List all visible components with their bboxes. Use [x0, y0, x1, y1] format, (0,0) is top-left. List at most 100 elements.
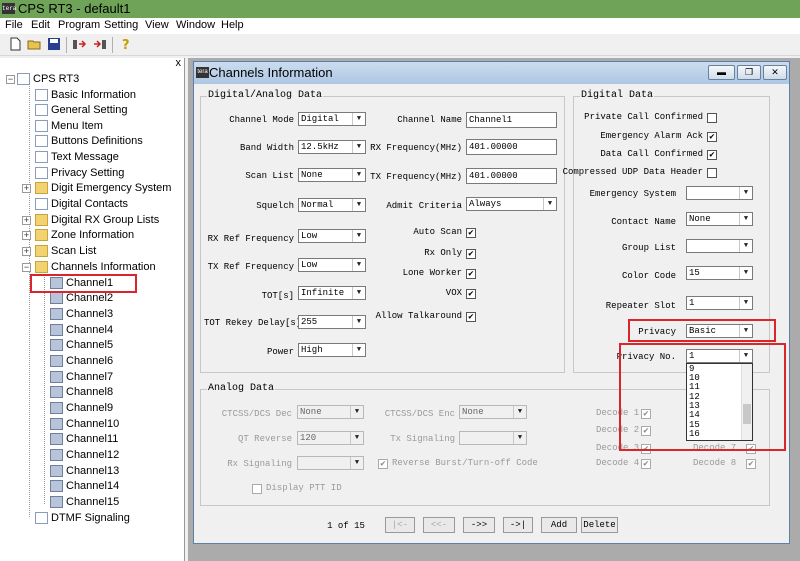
scan-list-select[interactable]: None ▼ — [298, 168, 366, 182]
menu-file[interactable]: File — [5, 19, 23, 31]
menu-setting[interactable]: Setting — [104, 19, 138, 31]
tree-item-zone-information[interactable]: Zone Information — [35, 228, 134, 243]
ctcss-dec-select[interactable]: None ▼ — [297, 405, 364, 419]
collapse-icon[interactable]: − — [22, 263, 31, 272]
tree-item-channel14[interactable]: Channel14 — [50, 479, 119, 494]
contact-name-select[interactable]: None ▼ — [686, 212, 753, 226]
add-button[interactable]: Add — [541, 517, 577, 533]
compressed-udp-header-checkbox[interactable]: Compressed UDP Data Header — [563, 167, 717, 179]
power-select[interactable]: High ▼ — [298, 343, 366, 357]
data-call-confirmed-checkbox[interactable]: Data Call Confirmed ✔ — [577, 149, 717, 161]
tree-item-channel13[interactable]: Channel13 — [50, 464, 119, 479]
tree-item-menu-item[interactable]: Menu Item — [35, 119, 103, 134]
channel-icon — [50, 433, 63, 446]
rx-frequency-field[interactable]: 401.00000 — [466, 139, 557, 155]
tx-signaling-select[interactable]: ▼ — [459, 431, 527, 445]
tree-item-channel9[interactable]: Channel9 — [50, 401, 113, 416]
buttons-icon — [35, 135, 48, 148]
tree-item-channel11[interactable]: Channel11 — [50, 432, 118, 447]
tree-item-channel3[interactable]: Channel3 — [50, 307, 113, 322]
rx-ref-frequency-select[interactable]: Low ▼ — [298, 229, 366, 243]
minimize-button[interactable]: ▬ — [708, 65, 735, 80]
check-icon: ✔ — [378, 459, 388, 469]
tree-item-channel7[interactable]: Channel7 — [50, 370, 113, 385]
tree-item-channel15[interactable]: Channel15 — [50, 495, 119, 510]
lone-worker-checkbox[interactable]: Lone Worker ✔ — [388, 268, 476, 280]
tree-item-digit-emergency-system[interactable]: Digit Emergency System — [35, 181, 171, 196]
auto-scan-checkbox[interactable]: Auto Scan ✔ — [388, 227, 476, 239]
expand-icon[interactable]: + — [22, 231, 31, 240]
display-ptt-id-checkbox[interactable]: Display PTT ID — [252, 483, 342, 495]
repeater-slot-select[interactable]: 1 ▼ — [686, 296, 753, 310]
read-from-radio-icon[interactable] — [72, 37, 87, 52]
menu-edit[interactable]: Edit — [31, 19, 50, 31]
channel-mode-select[interactable]: Digital ▼ — [298, 112, 366, 126]
new-file-icon[interactable] — [8, 37, 23, 52]
tree-item-channel4[interactable]: Channel4 — [50, 323, 113, 338]
menu-icon — [35, 120, 48, 133]
menu-window[interactable]: Window — [176, 19, 215, 31]
tree-item-basic-information[interactable]: Basic Information — [35, 88, 136, 103]
reverse-burst-checkbox[interactable]: ✔ Reverse Burst/Turn-off Code — [378, 458, 538, 470]
tree-panel: x − CPS RT3 Basic Information General Se… — [0, 57, 185, 561]
tree-root[interactable]: CPS RT3 — [17, 72, 79, 87]
channel-name-field[interactable]: Channel1 — [466, 112, 557, 128]
first-record-button[interactable]: |<- — [385, 517, 415, 533]
delete-button[interactable]: Delete — [581, 517, 618, 533]
close-button[interactable]: ✕ — [763, 65, 787, 80]
tree-item-dtmf-signaling[interactable]: DTMF Signaling — [35, 511, 130, 526]
tree-item-channel12[interactable]: Channel12 — [50, 448, 119, 463]
tx-frequency-field[interactable]: 401.00000 — [466, 168, 557, 184]
tree-item-scan-list[interactable]: Scan List — [35, 244, 96, 259]
ctcss-enc-select[interactable]: None ▼ — [459, 405, 527, 419]
tree-item-buttons-definitions[interactable]: Buttons Definitions — [35, 134, 143, 149]
help-icon[interactable]: ? — [118, 37, 133, 53]
next-record-button[interactable]: ->> — [463, 517, 495, 533]
expand-icon[interactable]: + — [22, 184, 31, 193]
tree-item-digital-contacts[interactable]: Digital Contacts — [35, 197, 128, 212]
squelch-select[interactable]: Normal ▼ — [298, 198, 366, 212]
band-width-select[interactable]: 12.5kHz ▼ — [298, 140, 366, 154]
restore-button[interactable]: ❐ — [737, 65, 761, 80]
previous-record-button[interactable]: <<- — [423, 517, 455, 533]
tree-item-channel8[interactable]: Channel8 — [50, 385, 113, 400]
last-record-button[interactable]: ->| — [503, 517, 533, 533]
tree-item-channel5[interactable]: Channel5 — [50, 338, 113, 353]
tx-frequency-label: TX Frequency(MHz) — [370, 172, 462, 182]
expand-icon[interactable]: + — [22, 216, 31, 225]
rx-signaling-select[interactable]: ▼ — [297, 456, 364, 470]
tree-item-channel2[interactable]: Channel2 — [50, 291, 113, 306]
vox-checkbox[interactable]: VOX ✔ — [388, 288, 476, 300]
tree-item-general-setting[interactable]: General Setting — [35, 103, 127, 118]
tree-item-privacy-setting[interactable]: Privacy Setting — [35, 166, 124, 181]
tree-item-channel10[interactable]: Channel10 — [50, 417, 119, 432]
menu-program[interactable]: Program — [58, 19, 100, 31]
tree-item-digital-rx-group-lists[interactable]: Digital RX Group Lists — [35, 213, 159, 228]
write-to-radio-icon[interactable] — [92, 37, 107, 52]
tot-select[interactable]: Infinite ▼ — [298, 286, 366, 300]
group-list-select[interactable]: ▼ — [686, 239, 753, 253]
private-call-confirmed-checkbox[interactable]: Private Call Confirmed — [577, 112, 717, 124]
emergency-system-select[interactable]: ▼ — [686, 186, 753, 200]
decode-4-checkbox[interactable]: Decode 4 ✔ — [596, 458, 651, 470]
channel-icon — [50, 402, 63, 415]
menu-view[interactable]: View — [145, 19, 169, 31]
tx-ref-frequency-select[interactable]: Low ▼ — [298, 258, 366, 272]
tot-rekey-delay-select[interactable]: 255 ▼ — [298, 315, 366, 329]
tree-item-channels-information[interactable]: Channels Information — [35, 260, 156, 275]
rx-only-checkbox[interactable]: Rx Only ✔ — [388, 248, 476, 260]
admit-criteria-select[interactable]: Always ▼ — [466, 197, 557, 211]
collapse-icon[interactable]: − — [6, 75, 15, 84]
tree-item-channel6[interactable]: Channel6 — [50, 354, 113, 369]
open-folder-icon[interactable] — [27, 37, 42, 52]
decode-8-checkbox[interactable]: Decode 8 ✔ — [693, 458, 756, 470]
color-code-select[interactable]: 15 ▼ — [686, 266, 753, 280]
qt-reverse-select[interactable]: 120 ▼ — [297, 431, 364, 445]
emergency-alarm-ack-checkbox[interactable]: Emergency Alarm Ack ✔ — [577, 131, 717, 143]
save-icon[interactable] — [46, 37, 61, 52]
menu-help[interactable]: Help — [221, 19, 244, 31]
expand-icon[interactable]: + — [22, 247, 31, 256]
close-icon[interactable]: x — [176, 57, 182, 69]
tree-item-text-message[interactable]: Text Message — [35, 150, 119, 165]
allow-talkaround-checkbox[interactable]: Allow Talkaround ✔ — [376, 311, 476, 323]
